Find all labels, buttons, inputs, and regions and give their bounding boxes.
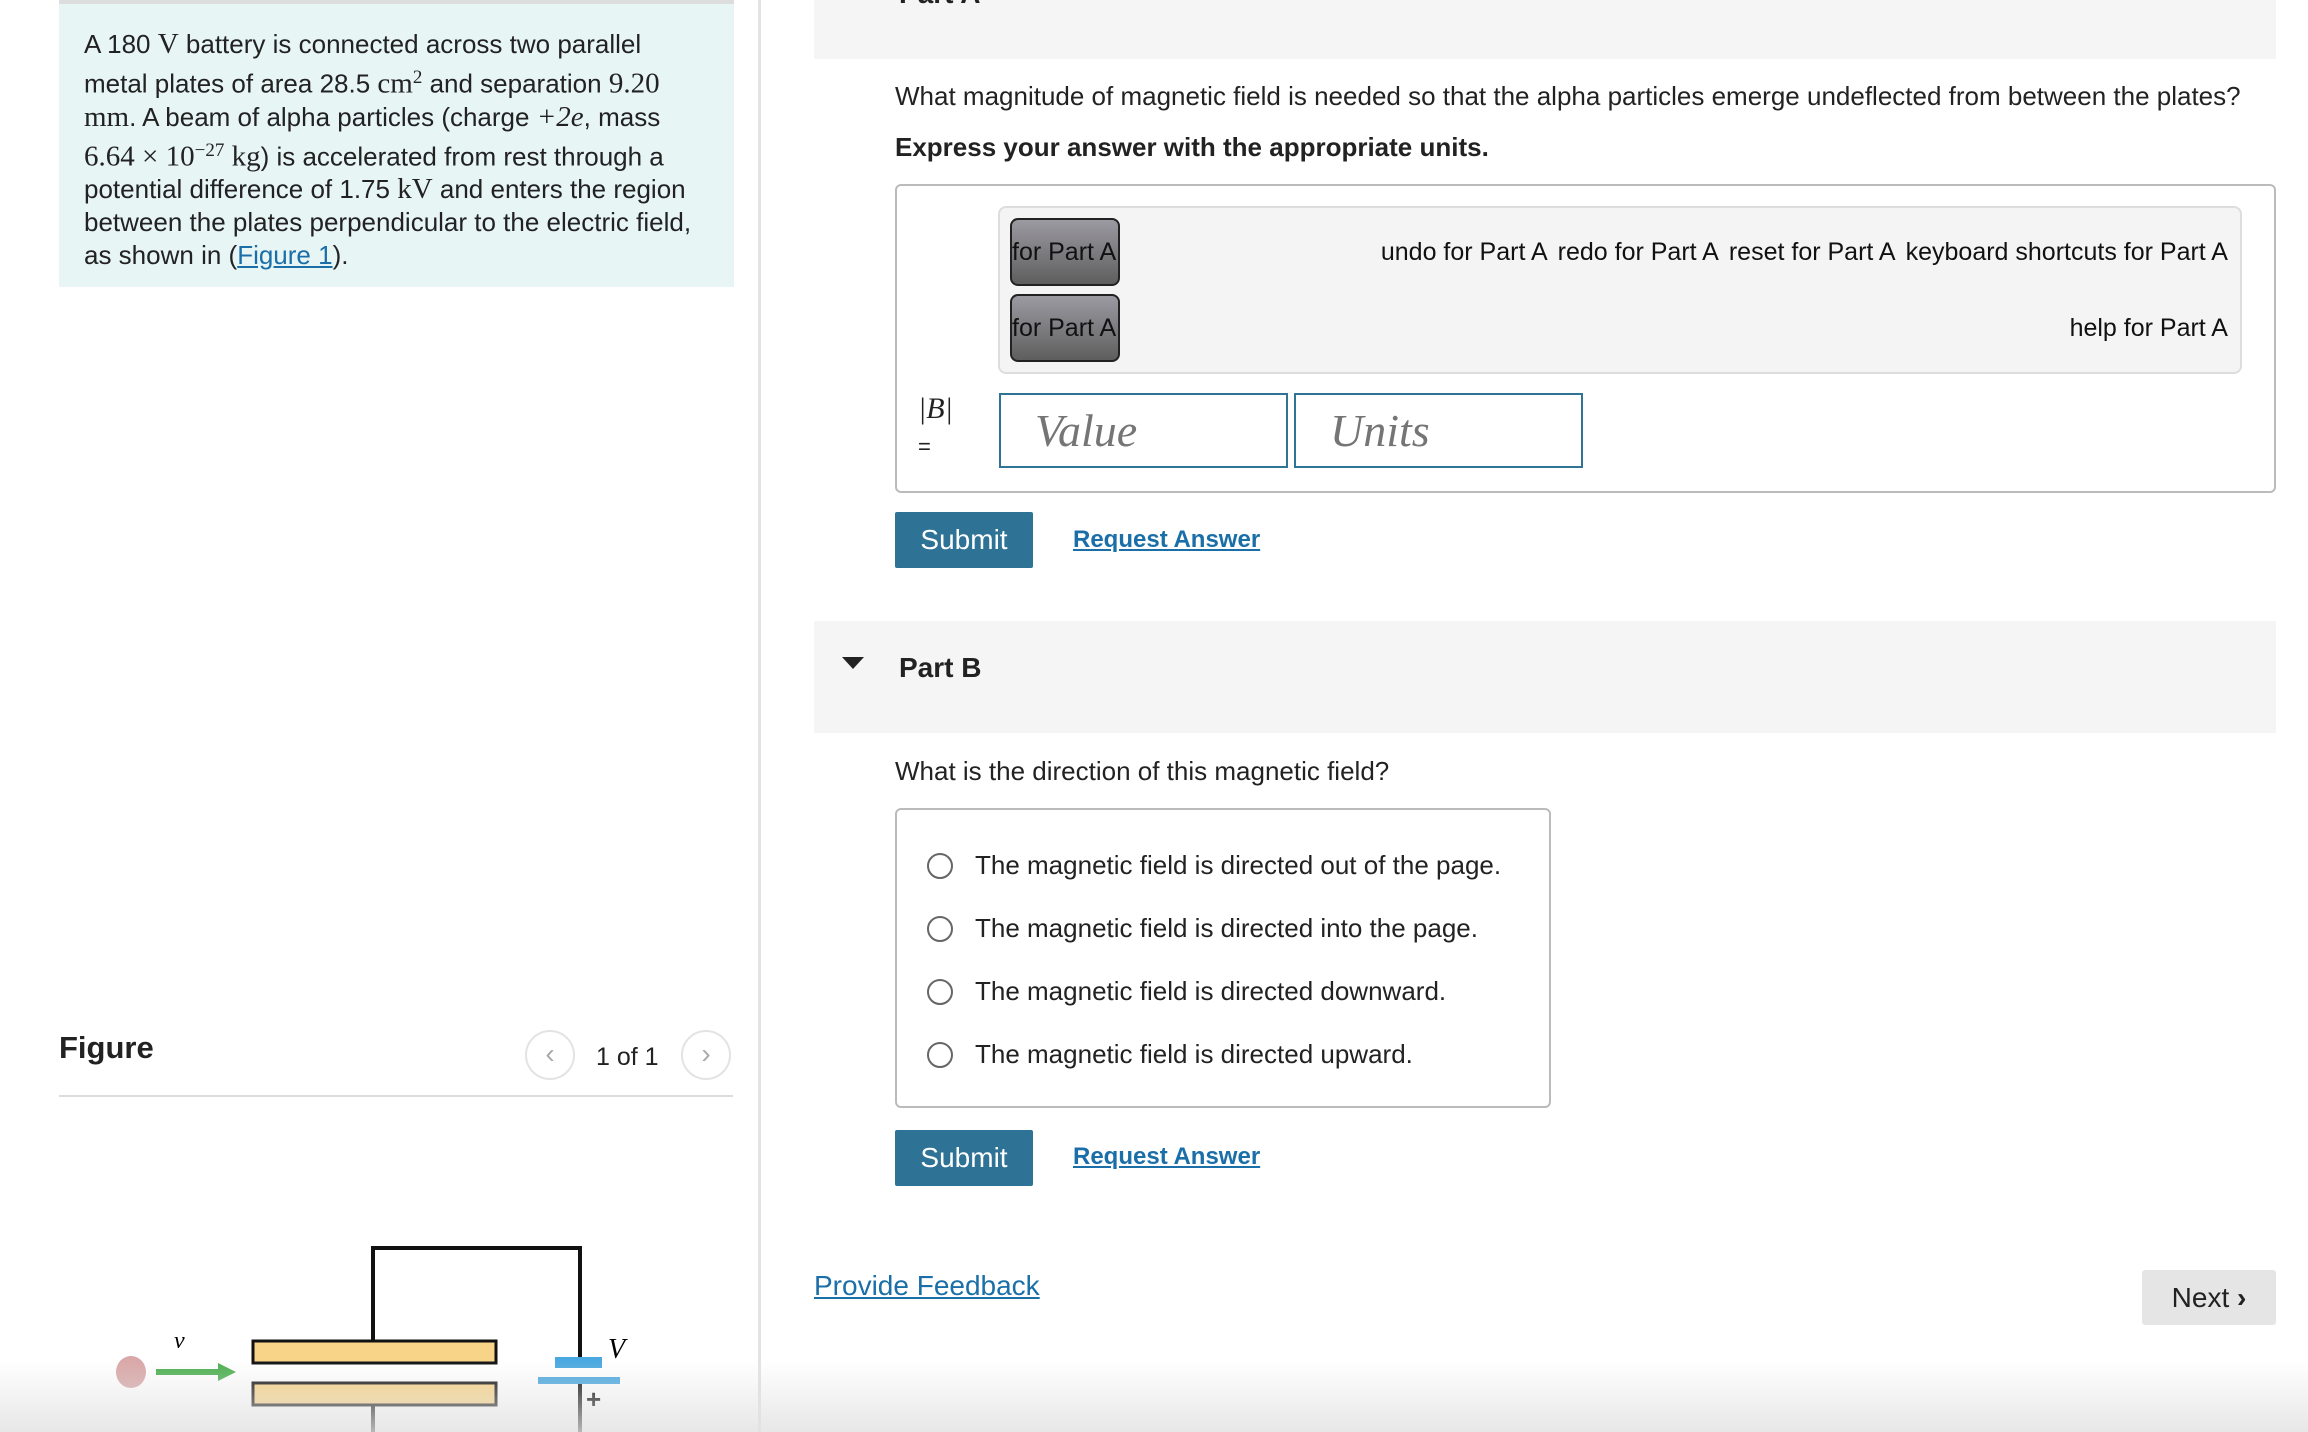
part-a-question: What magnitude of magnetic field is need… xyxy=(895,81,2241,111)
symbols-button[interactable]: for Part A xyxy=(1010,294,1120,362)
collapse-triangle-icon[interactable] xyxy=(842,657,864,669)
bottom-plate xyxy=(251,1381,498,1407)
alpha-particle xyxy=(116,1356,146,1388)
unit: kg xyxy=(224,140,261,173)
part-b-question: What is the direction of this magnetic f… xyxy=(895,756,1390,786)
exponent: 2 xyxy=(412,67,423,88)
next-button[interactable]: Next › xyxy=(2142,1270,2276,1325)
value: 6.64 × 10 xyxy=(84,140,195,173)
text: ). xyxy=(332,240,349,271)
battery-positive xyxy=(538,1377,620,1384)
option-out-of-page[interactable]: The magnetic field is directed out of th… xyxy=(927,850,1501,881)
circuit-figure: v V + xyxy=(116,1246,628,1432)
unit: V xyxy=(157,28,179,60)
b-label: |B| xyxy=(918,392,953,425)
exponent: −27 xyxy=(194,139,225,161)
radio-button[interactable] xyxy=(927,915,953,942)
part-b-title: Part B xyxy=(899,652,982,683)
option-label: The magnetic field is directed out of th… xyxy=(975,850,1502,880)
unit: kV xyxy=(397,173,433,206)
top-plate xyxy=(251,1339,498,1365)
templates-button[interactable]: for Part A xyxy=(1010,218,1120,286)
problem-statement: A 180 V battery is connected across two … xyxy=(59,0,734,287)
part-a-title: Part A xyxy=(899,0,980,10)
plus-sign: + xyxy=(586,1384,601,1414)
voltage-label: V xyxy=(608,1334,628,1365)
unit: cm xyxy=(377,67,413,100)
divider xyxy=(59,1095,733,1097)
equals-sign: = xyxy=(918,434,931,459)
option-downward[interactable]: The magnetic field is directed downward. xyxy=(927,976,1446,1007)
units-input[interactable] xyxy=(1294,393,1583,468)
arrow-head xyxy=(218,1363,236,1381)
option-label: The magnetic field is directed into the … xyxy=(975,913,1478,943)
redo-button[interactable]: redo for Part A xyxy=(1558,238,1719,267)
options-box: The magnetic field is directed out of th… xyxy=(895,808,1551,1108)
request-answer-link-part-a[interactable]: Request Answer xyxy=(1073,526,1260,554)
part-b-header[interactable]: Part B xyxy=(814,621,2276,733)
figure-count: 1 of 1 xyxy=(596,1043,659,1071)
reset-button[interactable]: reset for Part A xyxy=(1729,238,1896,267)
submit-button-part-a[interactable]: Submit xyxy=(895,512,1033,568)
request-answer-link-part-b[interactable]: Request Answer xyxy=(1073,1143,1260,1171)
radio-button[interactable] xyxy=(927,852,953,879)
math-toolbar: for Part A for Part A undo for Part A re… xyxy=(998,206,2242,374)
option-into-page[interactable]: The magnetic field is directed into the … xyxy=(927,913,1478,944)
value: +2e xyxy=(536,100,584,133)
battery-negative xyxy=(555,1357,602,1368)
velocity-label: v xyxy=(174,1328,185,1354)
figure-link[interactable]: Figure 1 xyxy=(237,240,332,270)
text: and separation xyxy=(422,68,609,99)
text: . A beam of alpha particles (charge xyxy=(129,101,537,132)
help-button[interactable]: help for Part A xyxy=(2070,314,2228,343)
value-input[interactable] xyxy=(999,393,1288,468)
text: A 180 xyxy=(84,29,158,59)
prev-figure-button[interactable]: ‹ xyxy=(525,1030,575,1080)
submit-button-part-b[interactable]: Submit xyxy=(895,1130,1033,1186)
button-label: for Part A xyxy=(1012,313,1117,342)
text: , mass xyxy=(583,101,661,132)
next-label: Next xyxy=(2171,1282,2230,1313)
part-a-header[interactable]: Part A xyxy=(814,0,2276,59)
keyboard-shortcuts-button[interactable]: keyboard shortcuts for Part A xyxy=(1906,238,2228,267)
part-a-instruction: Express your answer with the appropriate… xyxy=(895,132,1489,162)
next-figure-button[interactable]: › xyxy=(681,1030,731,1080)
chevron-right-icon: › xyxy=(2237,1282,2247,1313)
option-label: The magnetic field is directed downward. xyxy=(975,976,1447,1006)
option-label: The magnetic field is directed upward. xyxy=(975,1039,1413,1069)
radio-button[interactable] xyxy=(927,978,953,1005)
radio-button[interactable] xyxy=(927,1041,953,1068)
undo-button[interactable]: undo for Part A xyxy=(1381,238,1548,267)
option-upward[interactable]: The magnetic field is directed upward. xyxy=(927,1039,1413,1070)
figure-title: Figure xyxy=(59,1030,154,1065)
provide-feedback-link[interactable]: Provide Feedback xyxy=(814,1270,1040,1302)
button-label: for Part A xyxy=(1012,237,1117,266)
